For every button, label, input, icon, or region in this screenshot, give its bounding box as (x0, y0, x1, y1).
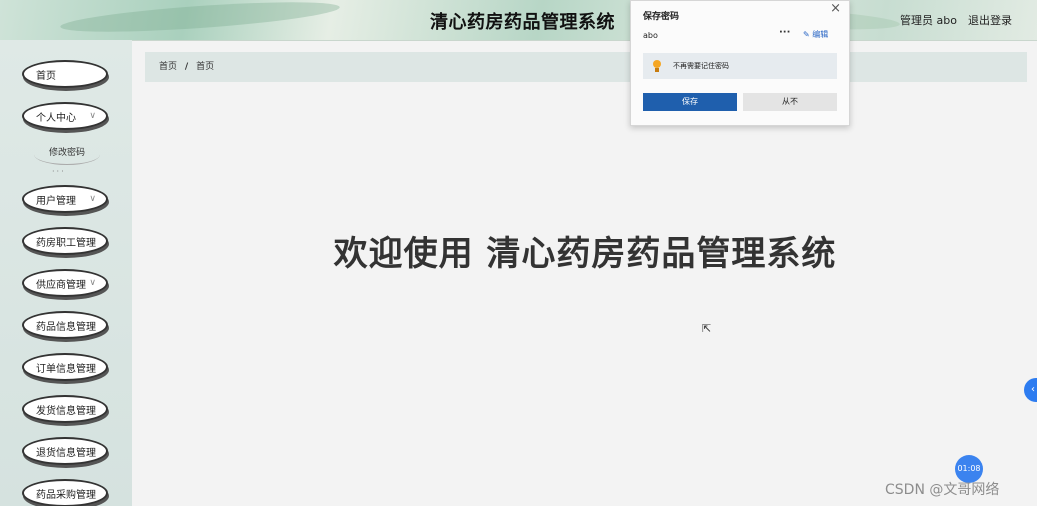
save-button[interactable]: 保存 (643, 93, 737, 111)
sidebar-item-return-info[interactable]: 退货信息管理 (22, 437, 108, 465)
sidebar-item-label: 用户管理 (36, 195, 76, 207)
sidebar-item-home[interactable]: 首页 (22, 60, 108, 88)
chevron-down-icon: ∨ (89, 111, 96, 121)
sidebar-item-order-info[interactable]: 订单信息管理 (22, 353, 108, 381)
lightbulb-icon (653, 60, 661, 68)
hint-label: 不再需要记住密码 (673, 62, 729, 70)
sidebar-item-label: 个人中心 (36, 112, 76, 124)
save-password-popup: 保存密码 × abo ··· ✎ 编辑 不再需要记住密码 保存 从不 (630, 0, 850, 126)
sidebar-item-label: 退货信息管理 (36, 447, 96, 459)
site-title: 清心药房药品管理系统 (430, 12, 615, 33)
breadcrumb-current: 首页 (196, 62, 215, 72)
chevron-down-icon: ∨ (89, 194, 96, 204)
sidebar-item-personal-center[interactable]: 个人中心 ∨ (22, 102, 108, 130)
popup-title: 保存密码 (643, 12, 680, 22)
chevron-down-icon: ∨ (89, 278, 96, 288)
sidebar-item-label: 发货信息管理 (36, 405, 96, 417)
separator-dots: ··· (52, 167, 66, 176)
user-label: 管理员 abo (900, 14, 957, 27)
logout-link[interactable]: 退出登录 (968, 12, 1012, 28)
mouse-cursor-icon: ⇱ (702, 322, 712, 335)
never-remember-option[interactable]: 不再需要记住密码 (643, 53, 837, 79)
side-toggle-button[interactable]: ‹ (1024, 378, 1037, 402)
edit-button[interactable]: ✎ 编辑 (803, 29, 828, 40)
never-button[interactable]: 从不 (743, 93, 837, 111)
saved-username: abo (643, 31, 658, 40)
sidebar-item-user-management[interactable]: 用户管理 ∨ (22, 185, 108, 213)
welcome-heading: 欢迎使用 清心药房药品管理系统 (333, 234, 837, 274)
header-decoration (59, 0, 341, 38)
sidebar-item-label: 订单信息管理 (36, 363, 96, 375)
breadcrumb-separator: / (184, 62, 189, 72)
top-header: 清心药房药品管理系统 管理员 abo 退出登录 (0, 0, 1037, 41)
sidebar-item-label: 首页 (36, 70, 56, 82)
more-options-icon[interactable]: ··· (779, 27, 790, 38)
sidebar-item-drug-info[interactable]: 药品信息管理 (22, 311, 108, 339)
sidebar-item-label: 药品信息管理 (36, 321, 96, 333)
watermark: CSDN @文哥网络 (885, 482, 1000, 498)
sidebar-item-drug-purchase[interactable]: 药品采购管理 (22, 479, 108, 506)
submenu-change-password[interactable]: 修改密码 (34, 144, 100, 165)
close-icon[interactable]: × (830, 1, 841, 16)
breadcrumb-home[interactable]: 首页 (159, 62, 177, 72)
sidebar-item-label: 药品采购管理 (36, 489, 96, 501)
lightbulb-base (655, 68, 659, 72)
sidebar-item-shipping-info[interactable]: 发货信息管理 (22, 395, 108, 423)
breadcrumb: 首页 / 首页 (145, 52, 1027, 82)
sidebar-item-label: 供应商管理 (36, 279, 86, 291)
